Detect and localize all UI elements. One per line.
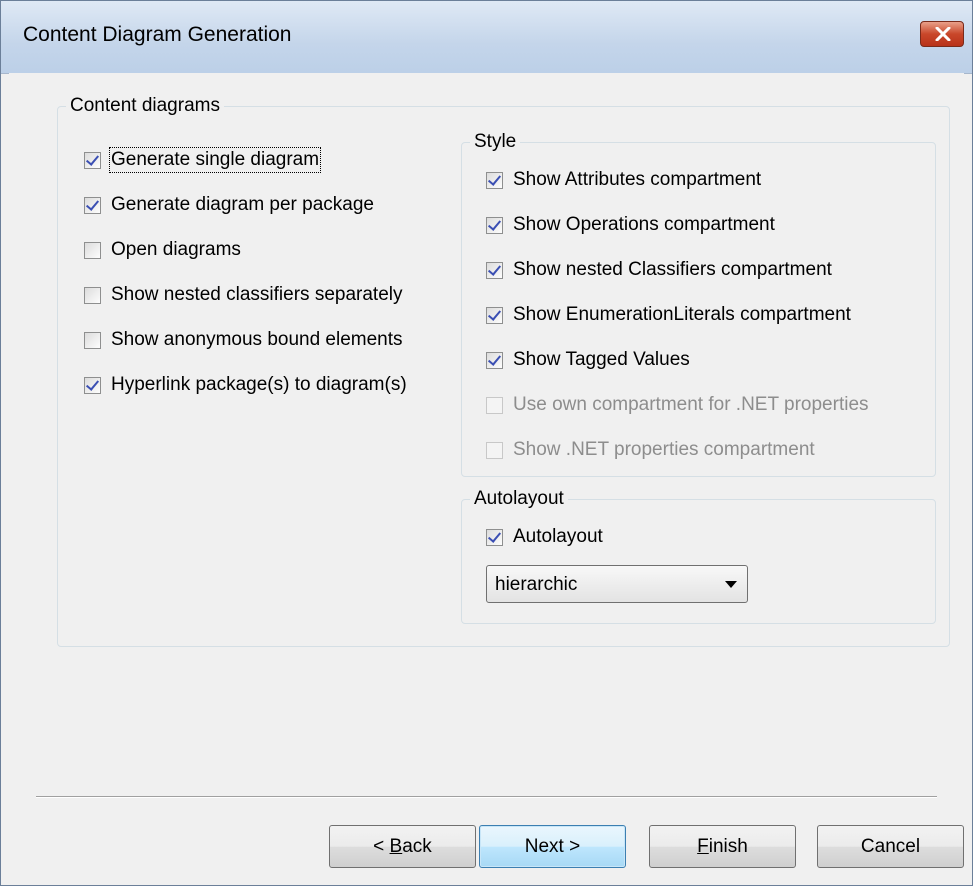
close-button[interactable]	[920, 21, 964, 47]
show-nested-classifiers-compartment-checkbox[interactable]: Show nested Classifiers compartment	[486, 257, 832, 283]
use-own-compartment-for-net-properties-checkbox[interactable]: Use own compartment for .NET properties	[486, 392, 869, 418]
checkbox-box[interactable]	[486, 306, 503, 324]
checkbox-box[interactable]	[486, 441, 503, 459]
checkbox-label: Show nested classifiers separately	[111, 284, 403, 305]
generate-single-diagram-checkbox[interactable]: Generate single diagram	[84, 147, 322, 173]
show-operations-compartment-checkbox[interactable]: Show Operations compartment	[486, 212, 775, 238]
checkbox-label: Generate single diagram	[108, 147, 322, 173]
checkbox-box[interactable]	[84, 241, 101, 259]
checkbox-label: Generate diagram per package	[111, 194, 374, 215]
dialog-body: Content diagrams Generate single diagram…	[9, 73, 964, 877]
checkbox-label: Autolayout	[513, 526, 603, 547]
checkbox-box[interactable]	[84, 151, 101, 169]
title-bar[interactable]: Content Diagram Generation	[1, 1, 972, 74]
checkbox-box[interactable]	[486, 528, 503, 546]
checkbox-label: Show anonymous bound elements	[111, 329, 403, 350]
checkbox-box[interactable]	[84, 196, 101, 214]
close-icon	[935, 27, 951, 41]
content-diagrams-legend: Content diagrams	[66, 94, 224, 118]
window-title: Content Diagram Generation	[23, 23, 292, 46]
chevron-down-icon[interactable]	[725, 581, 737, 588]
generate-diagram-per-package-checkbox[interactable]: Generate diagram per package	[84, 192, 374, 218]
show-attributes-compartment-checkbox[interactable]: Show Attributes compartment	[486, 167, 761, 193]
show-net-properties-compartment-checkbox[interactable]: Show .NET properties compartment	[486, 437, 815, 463]
layout-algorithm-select[interactable]: hierarchic	[486, 565, 748, 603]
finish-button[interactable]: Finish	[649, 825, 796, 868]
checkbox-box[interactable]	[486, 216, 503, 234]
checkbox-box[interactable]	[486, 261, 503, 279]
checkbox-label: Show EnumerationLiterals compartment	[513, 304, 851, 325]
next-button[interactable]: Next >	[479, 825, 626, 868]
checkbox-label: Show .NET properties compartment	[513, 439, 815, 460]
back-button-suffix: ack	[402, 835, 432, 857]
checkbox-label: Show Tagged Values	[513, 349, 690, 370]
checkbox-label: Show Attributes compartment	[513, 169, 762, 190]
content-diagram-generation-dialog: Content Diagram Generation Content diagr…	[0, 0, 973, 886]
checkbox-box[interactable]	[486, 396, 503, 414]
autolayout-legend: Autolayout	[470, 487, 568, 511]
cancel-button[interactable]: Cancel	[817, 825, 964, 868]
autolayout-checkbox[interactable]: Autolayout	[486, 524, 603, 550]
hyperlink-packages-to-diagrams-checkbox[interactable]: Hyperlink package(s) to diagram(s)	[84, 372, 407, 398]
checkbox-label: Show nested Classifiers compartment	[513, 259, 832, 280]
finish-button-suffix: inish	[708, 835, 748, 857]
select-value: hierarchic	[495, 574, 578, 595]
checkbox-box[interactable]	[84, 331, 101, 349]
autolayout-group: Autolayout Autolayout hierarchic	[461, 487, 936, 624]
checkbox-box[interactable]	[84, 376, 101, 394]
show-anonymous-bound-elements-checkbox[interactable]: Show anonymous bound elements	[84, 327, 403, 353]
checkbox-label: Open diagrams	[111, 239, 241, 260]
back-button-mnemonic: B	[389, 835, 403, 857]
back-button[interactable]: < Back	[329, 825, 476, 868]
next-button-label: Next >	[524, 835, 581, 857]
show-tagged-values-checkbox[interactable]: Show Tagged Values	[486, 347, 690, 373]
style-group: Style Show Attributes compartment Show O…	[461, 130, 936, 477]
finish-button-mnemonic: F	[697, 835, 709, 857]
open-diagrams-checkbox[interactable]: Open diagrams	[84, 237, 241, 263]
checkbox-label: Show Operations compartment	[513, 214, 775, 235]
checkbox-label: Use own compartment for .NET properties	[513, 394, 869, 415]
checkbox-label: Hyperlink package(s) to diagram(s)	[111, 374, 407, 395]
style-legend: Style	[470, 130, 521, 154]
checkbox-box[interactable]	[84, 286, 101, 304]
show-nested-classifiers-separately-checkbox[interactable]: Show nested classifiers separately	[84, 282, 402, 308]
content-diagrams-group: Content diagrams Generate single diagram…	[57, 94, 950, 647]
back-button-prefix: <	[373, 835, 390, 857]
checkbox-box[interactable]	[486, 171, 503, 189]
show-enumerationliterals-compartment-checkbox[interactable]: Show EnumerationLiterals compartment	[486, 302, 851, 328]
cancel-button-label: Cancel	[860, 835, 921, 857]
separator	[36, 796, 937, 798]
checkbox-box[interactable]	[486, 351, 503, 369]
